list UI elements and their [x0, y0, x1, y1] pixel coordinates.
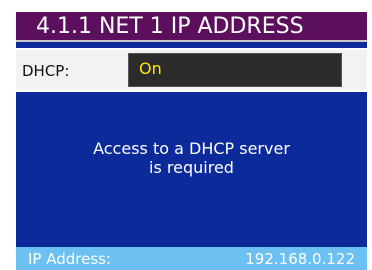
dhcp-label: DHCP: — [22, 62, 70, 80]
device-screen: 4.1.1 NET 1 IP ADDRESS DHCP: On Access t… — [16, 12, 367, 270]
dhcp-value: On — [139, 59, 162, 78]
info-message: Access to a DHCP server is required — [16, 139, 367, 177]
dhcp-setting-row[interactable]: DHCP: On — [16, 48, 367, 92]
info-message-line-1: Access to a DHCP server — [93, 139, 290, 158]
dhcp-value-field[interactable]: On — [128, 53, 342, 87]
title-bar: 4.1.1 NET 1 IP ADDRESS — [16, 12, 367, 42]
ip-address-value: 192.168.0.122 — [245, 250, 355, 268]
ip-address-status-bar: IP Address: 192.168.0.122 — [16, 247, 367, 270]
info-message-line-2: is required — [149, 158, 234, 177]
ip-address-label: IP Address: — [28, 250, 112, 268]
page-title: 4.1.1 NET 1 IP ADDRESS — [36, 14, 304, 39]
